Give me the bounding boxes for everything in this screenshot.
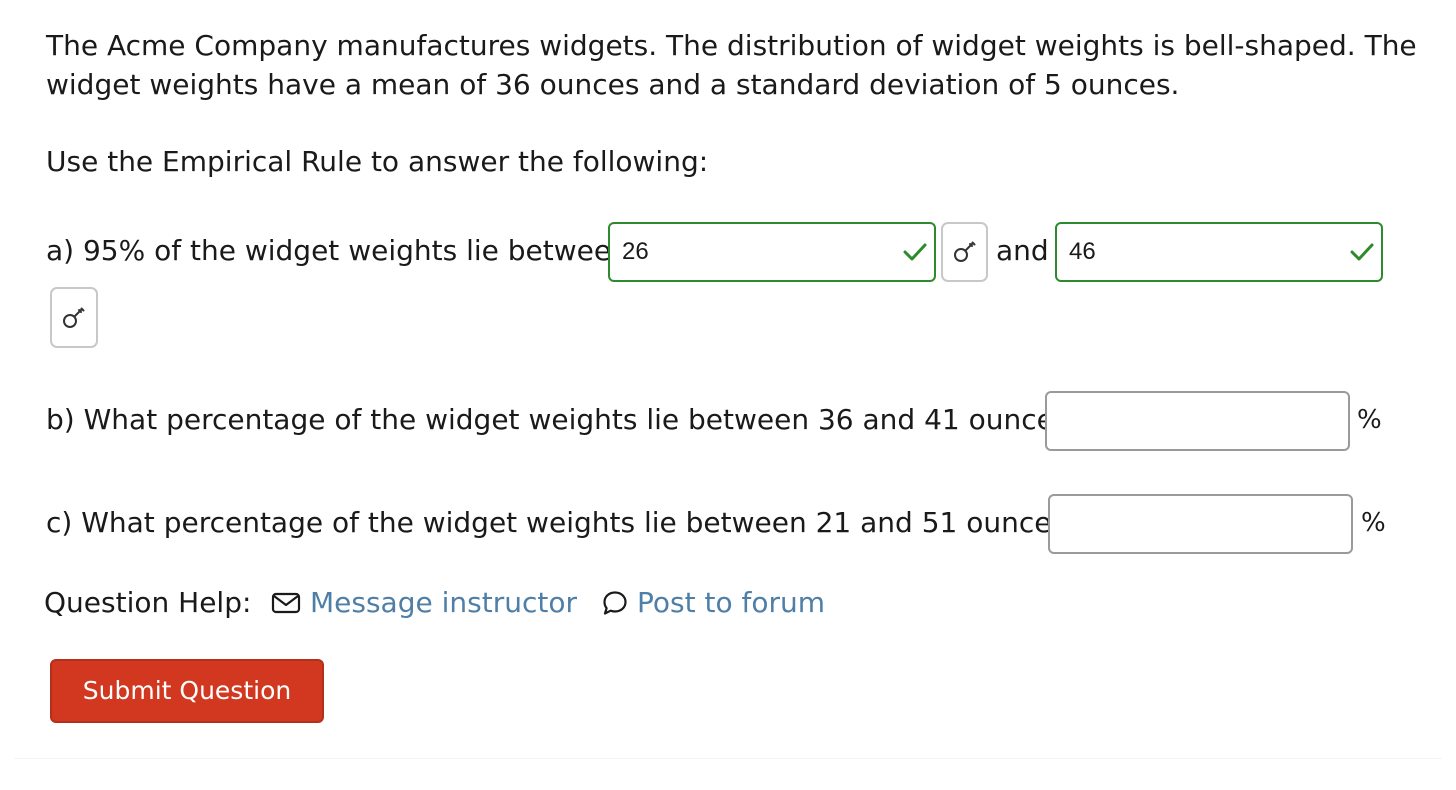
- part-a-lower-value: 26: [622, 238, 649, 265]
- part-b-percentage-input[interactable]: [1045, 391, 1350, 451]
- key-icon: [953, 241, 975, 262]
- part-a-prompt: a) 95% of the widget weights lie between: [46, 234, 629, 267]
- question-intro-line2: widget weights have a mean of 36 ounces …: [46, 68, 1180, 101]
- question-instruction: Use the Empirical Rule to answer the fol…: [46, 145, 709, 178]
- question-intro-line1: The Acme Company manufactures widgets. T…: [46, 29, 1417, 62]
- part-a-connector: and: [996, 234, 1049, 267]
- message-instructor-label: Message instructor: [310, 586, 577, 619]
- check-icon: [903, 243, 927, 261]
- speech-bubble-icon: [603, 591, 627, 615]
- part-b-prompt: b) What percentage of the widget weights…: [46, 403, 1084, 436]
- question-help-label: Question Help:: [44, 586, 252, 619]
- post-to-forum-link[interactable]: Post to forum: [602, 584, 825, 622]
- mail-icon: [271, 592, 301, 614]
- message-instructor-link[interactable]: Message instructor: [271, 584, 577, 622]
- part-a-lower-input[interactable]: 26: [608, 222, 936, 282]
- key-icon: [63, 307, 85, 328]
- post-to-forum-label: Post to forum: [637, 586, 826, 619]
- part-a-upper-value: 46: [1069, 238, 1096, 265]
- part-b-unit: %: [1357, 405, 1382, 435]
- part-c-prompt: c) What percentage of the widget weights…: [46, 506, 1090, 539]
- part-a-lower-key-button[interactable]: [941, 222, 988, 282]
- part-a-upper-input[interactable]: 46: [1055, 222, 1383, 282]
- part-c-unit: %: [1361, 508, 1386, 538]
- part-c-percentage-input[interactable]: [1048, 494, 1353, 554]
- check-icon: [1350, 243, 1374, 261]
- submit-question-button[interactable]: Submit Question: [50, 659, 324, 723]
- part-a-upper-key-button[interactable]: [50, 287, 98, 348]
- bottom-divider: [14, 758, 1442, 759]
